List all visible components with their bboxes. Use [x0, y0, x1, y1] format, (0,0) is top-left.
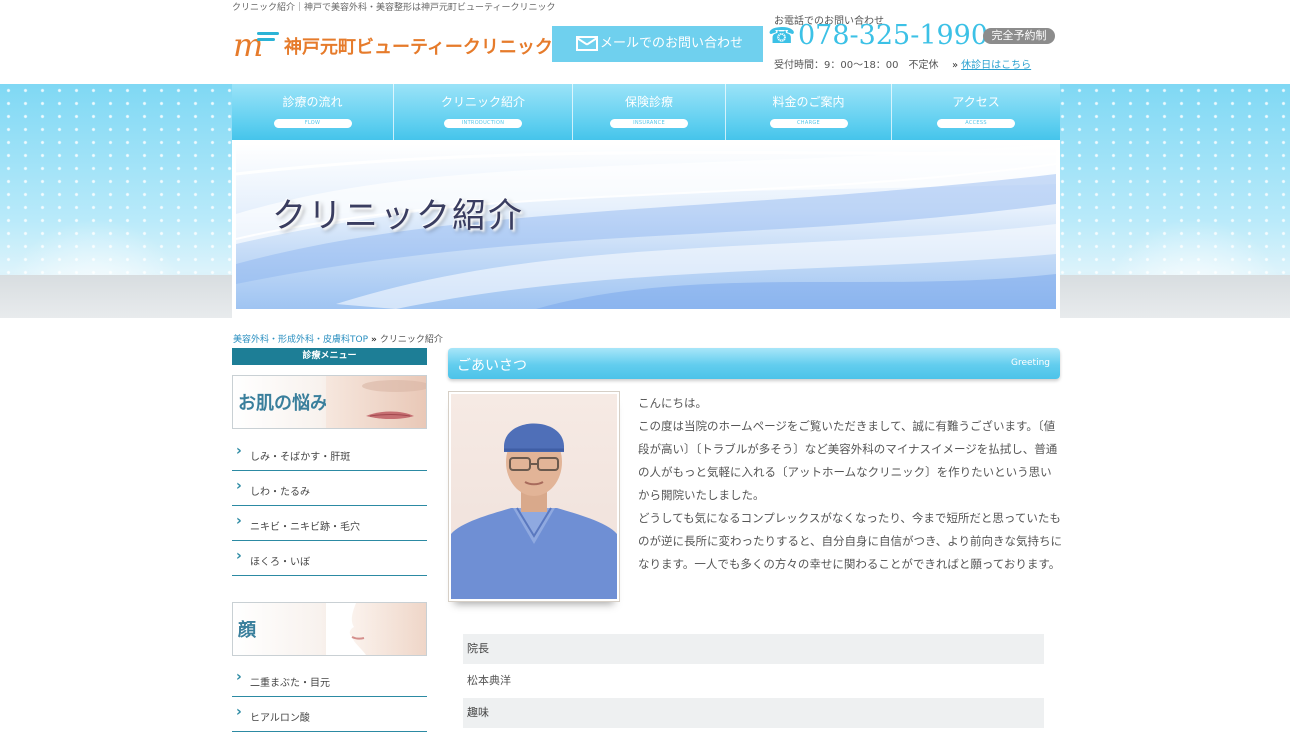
category-title: 顔 [238, 620, 256, 641]
section-title: ごあいさつ [457, 358, 527, 374]
nav-item-insurance[interactable]: 保険診療 INSURANCE [573, 84, 726, 140]
envelope-icon [576, 36, 598, 51]
nav-sublabel: INTRODUCTION [444, 119, 522, 128]
profile-value-director: 松本典洋 [463, 664, 1044, 698]
chevron-right-icon: › [236, 704, 242, 720]
nav-sublabel: FLOW [273, 119, 352, 128]
sidebar-item-spots[interactable]: › しみ・そばかす・肝斑 [232, 436, 427, 471]
clinic-logo-text[interactable]: 神戸元町ビューティークリニック [284, 33, 553, 59]
sidebar-list-face: › 二重まぶた・目元 › ヒアルロン酸 [232, 662, 427, 732]
nav-sublabel: CHARGE [769, 119, 848, 128]
hero-image: クリニック紹介 [236, 144, 1056, 309]
sidebar-heading: 診療メニュー [232, 348, 427, 365]
nav-label: 保険診療 [624, 95, 673, 109]
nav-item-flow[interactable]: 診療の流れ FLOW [232, 84, 394, 140]
hero-banner: クリニック紹介 [232, 140, 1060, 318]
hero-title: クリニック紹介 [272, 196, 524, 236]
breadcrumb-current: クリニック紹介 [379, 335, 443, 345]
sidebar-item-moles[interactable]: › ほくろ・いぼ [232, 541, 427, 576]
profile-label-director: 院長 [463, 634, 1044, 664]
sidebar-item-wrinkles[interactable]: › しわ・たるみ [232, 471, 427, 506]
nav-label: アクセス [952, 95, 1000, 109]
greeting-paragraph: こんにちは。 [638, 396, 707, 410]
sidebar-item-label: ほくろ・いぼ [250, 557, 310, 568]
chevron-right-icon: › [236, 669, 242, 685]
sidebar-item-double-eyelid[interactable]: › 二重まぶた・目元 [232, 662, 427, 697]
category-banner-skin[interactable]: お肌の悩み [232, 375, 427, 429]
sidebar-item-label: 二重まぶた・目元 [250, 678, 330, 689]
breadcrumb-separator-icon: » [371, 335, 377, 345]
nav-label: 料金のご案内 [772, 95, 845, 109]
nav-item-charge[interactable]: 料金のご案内 CHARGE [726, 84, 892, 140]
profile-label-hobby: 趣味 [463, 698, 1044, 728]
sidebar-item-label: しみ・そばかす・肝斑 [250, 452, 351, 463]
business-hours: 受付時間：9：00〜18：00 不定休 [774, 60, 939, 71]
director-photo [448, 391, 620, 602]
clinic-logo-mark[interactable]: m [233, 28, 279, 62]
sidebar-item-label: しわ・たるみ [250, 487, 310, 498]
greeting-paragraph: どうしても気になるコンプレックスがなくなったり、今まで短所だと思っていたものが逆… [638, 511, 1063, 571]
chevron-right-icon: › [236, 513, 242, 529]
mail-contact-button[interactable]: メールでのお問い合わせ [552, 26, 763, 62]
greeting-text: こんにちは。 この度は当院のホームページをご覧いただきまして、誠に有難うございま… [638, 392, 1063, 576]
chevron-right-icon: › [236, 548, 242, 564]
sidebar-item-label: ヒアルロン酸 [250, 713, 310, 724]
nav-item-access[interactable]: アクセス ACCESS [892, 84, 1060, 140]
category-banner-face[interactable]: 顔 [232, 602, 427, 656]
holiday-link-label: 休診日はこちら [961, 60, 1032, 71]
face-cheek-image [326, 376, 426, 428]
logo-wave-icon [257, 32, 279, 35]
seo-header-text: クリニック紹介｜神戸で美容外科・美容整形は神戸元町ビューティークリニック [232, 3, 556, 13]
global-nav: 診療の流れ FLOW クリニック紹介 INTRODUCTION 保険診療 INS… [232, 84, 1060, 140]
chevron-right-icon: › [236, 443, 242, 459]
nav-label: クリニック紹介 [440, 95, 525, 109]
director-profile-table: 院長 松本典洋 趣味 [463, 634, 1044, 728]
mail-contact-label: メールでのお問い合わせ [600, 36, 744, 51]
nav-item-introduction[interactable]: クリニック紹介 INTRODUCTION [394, 84, 573, 140]
sidebar-list-skin: › しみ・そばかす・肝斑 › しわ・たるみ › ニキビ・ニキビ跡・毛穴 › ほく… [232, 436, 427, 576]
holiday-link[interactable]: » 休診日はこちら [952, 56, 1031, 71]
nav-sublabel: ACCESS [937, 119, 1015, 128]
section-subtitle: Greeting [1011, 358, 1050, 368]
greeting-section-header: ごあいさつ Greeting [448, 348, 1060, 379]
tel-number[interactable]: 078-325-1990 [798, 20, 988, 52]
double-chevron-icon: » [952, 60, 959, 71]
nav-sublabel: INSURANCE [610, 119, 688, 128]
reservation-badge: 完全予約制 [983, 28, 1055, 44]
category-title: お肌の悩み [238, 393, 328, 414]
breadcrumb-home-link[interactable]: 美容外科・形成外科・皮膚科TOP [233, 335, 368, 345]
face-profile-image [326, 603, 426, 655]
doctor-portrait-image [451, 394, 617, 599]
sidebar-item-label: ニキビ・ニキビ跡・毛穴 [250, 522, 360, 533]
logo-wave-icon [257, 38, 275, 41]
greeting-paragraph: この度は当院のホームページをご覧いただきまして、誠に有難うございます。〔値段が高… [638, 419, 1058, 502]
nav-label: 診療の流れ [282, 95, 343, 109]
phone-icon: ☎ [768, 24, 796, 49]
chevron-right-icon: › [236, 478, 242, 494]
breadcrumb: 美容外科・形成外科・皮膚科TOP» クリニック紹介 [233, 332, 443, 345]
sidebar-item-acne[interactable]: › ニキビ・ニキビ跡・毛穴 [232, 506, 427, 541]
